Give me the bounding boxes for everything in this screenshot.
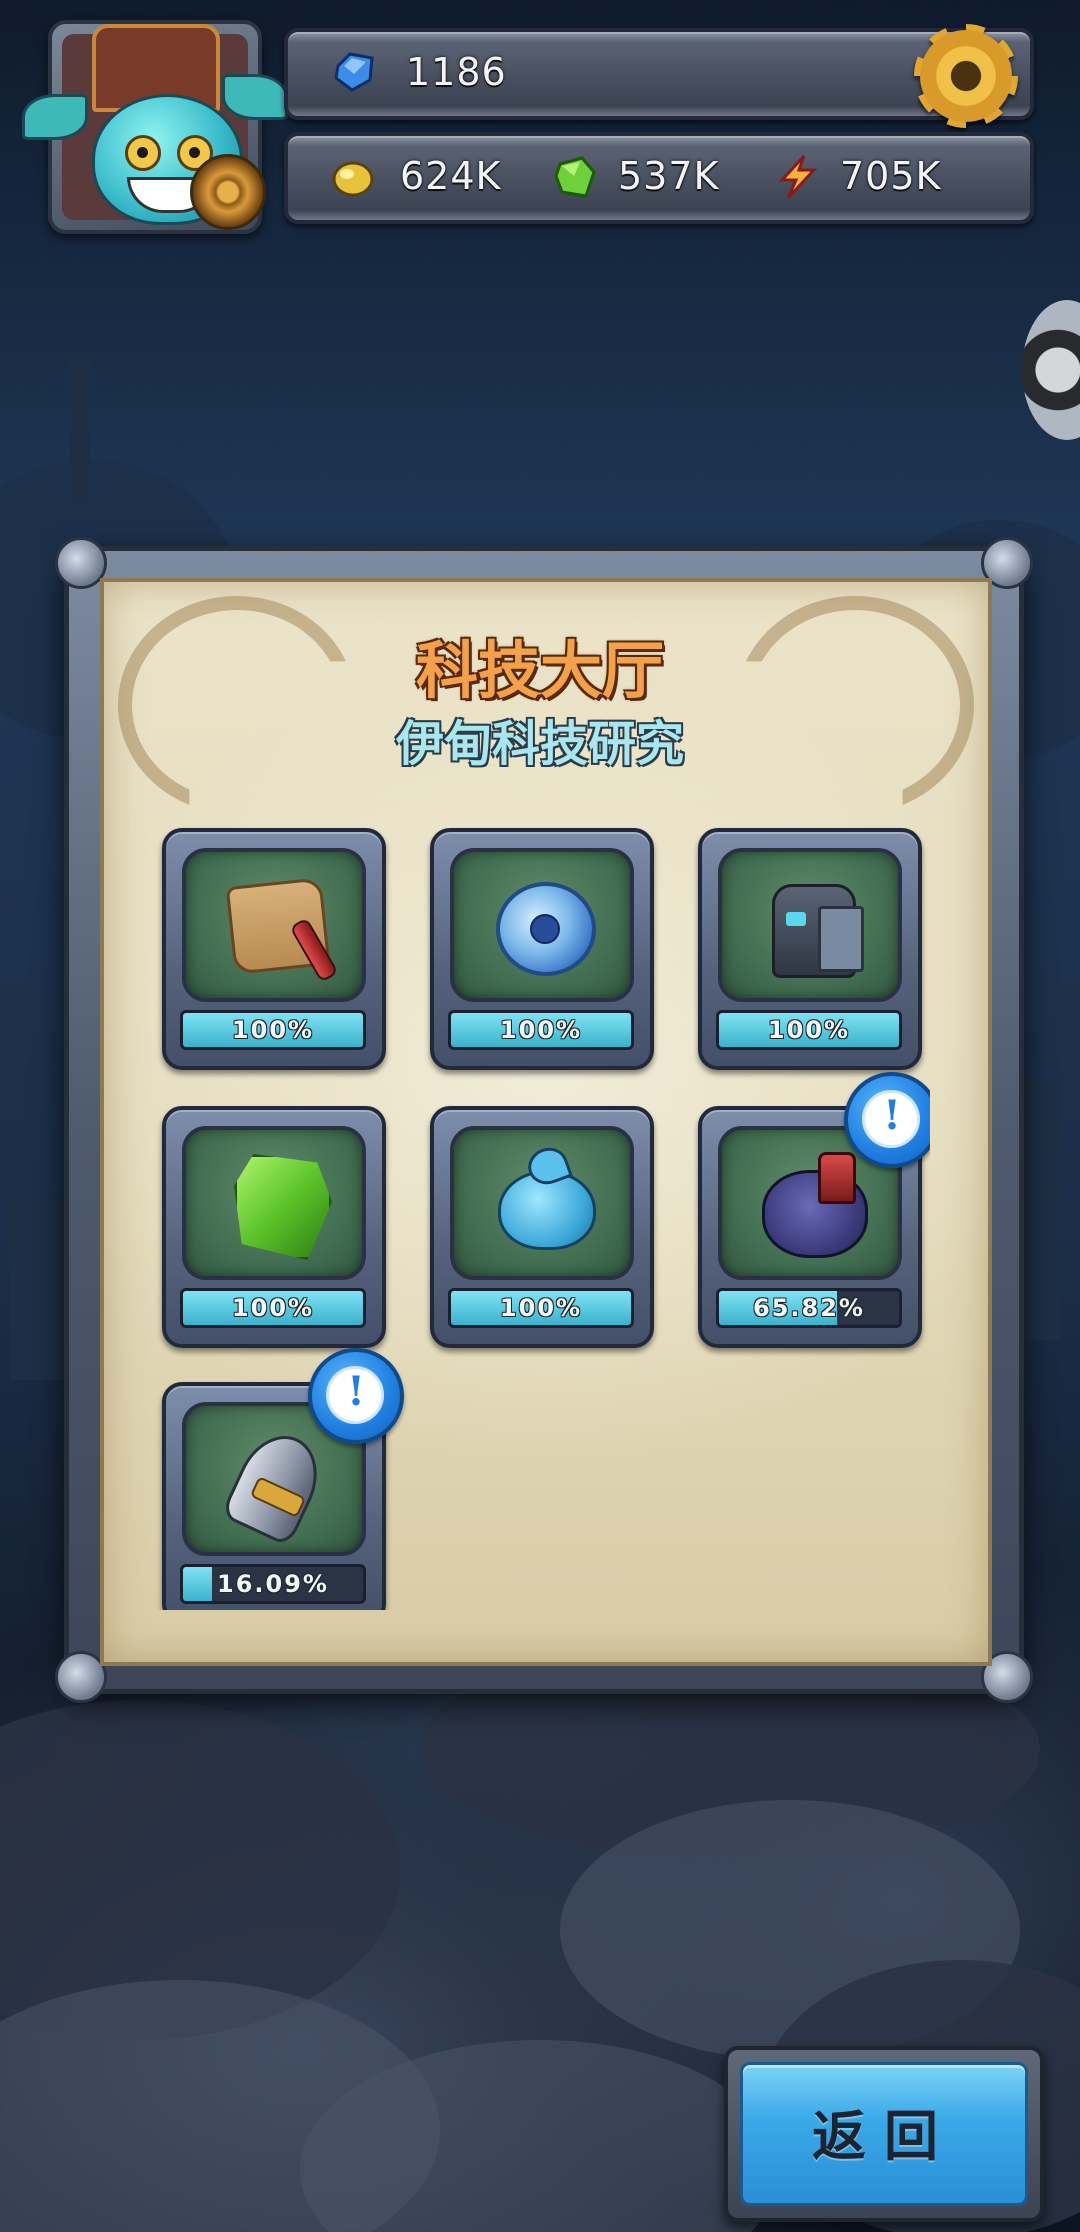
progress-bar: 100% (180, 1288, 366, 1328)
progress-label: 100% (231, 1294, 315, 1322)
progress-bar: 100% (448, 1010, 634, 1050)
alert-badge-icon: ! (308, 1348, 404, 1444)
progress-bar: 100% (716, 1010, 902, 1050)
tech-card[interactable]: 100% (162, 828, 386, 1070)
player-avatar[interactable] (22, 20, 288, 234)
gold-ore-icon (332, 161, 374, 197)
tech-card[interactable]: 100% (430, 1106, 654, 1348)
crystal-value: 537K (618, 154, 720, 198)
progress-label: 100% (231, 1016, 315, 1044)
tech-card[interactable]: 100% (162, 1106, 386, 1348)
progress-bar: 16.09% (180, 1564, 366, 1604)
gold-value: 624K (400, 154, 502, 198)
gem-count: 1186 (406, 50, 507, 94)
back-button[interactable]: 返回 (724, 2046, 1044, 2222)
alert-badge-icon: ! (844, 1072, 930, 1168)
resource-bar: 624K 537K 705K (284, 132, 1034, 224)
side-menu-toggle[interactable] (1022, 300, 1080, 440)
progress-bar: 65.82% (716, 1288, 902, 1328)
progress-label: 100% (499, 1294, 583, 1322)
progress-label: 16.09% (217, 1570, 329, 1598)
progress-bar: 100% (180, 1010, 366, 1050)
blue-slime-icon (450, 1126, 634, 1280)
blue-orb-icon (450, 848, 634, 1002)
panel-title: 科技大厅 (415, 634, 664, 707)
back-button-label: 返回 (812, 2105, 956, 2168)
progress-bar: 100% (448, 1288, 634, 1328)
tech-card[interactable]: 100% (698, 828, 922, 1070)
tech-card[interactable]: 100% (430, 828, 654, 1070)
energy-value: 705K (840, 154, 942, 198)
energy-bolt-icon (778, 154, 818, 200)
gem-bar: 1186 (284, 24, 1034, 128)
green-crystal-icon (554, 156, 596, 198)
avatar-ear (222, 74, 288, 120)
shield-icon (190, 154, 266, 230)
progress-label: 65.82% (753, 1294, 865, 1322)
blue-gem-icon (334, 52, 374, 92)
robot-icon (718, 848, 902, 1002)
gear-icon[interactable] (914, 24, 1018, 128)
panel-subtitle: 伊甸科技研究 (395, 716, 684, 772)
progress-label: 100% (767, 1016, 851, 1044)
tech-grid: 100% 100% 100% 100% 100% 65.82% ! 16.09%… (150, 820, 930, 1610)
green-crystal-icon (182, 1126, 366, 1280)
avatar-ear (22, 94, 88, 140)
progress-label: 100% (499, 1016, 583, 1044)
map-scroll-icon (182, 848, 366, 1002)
